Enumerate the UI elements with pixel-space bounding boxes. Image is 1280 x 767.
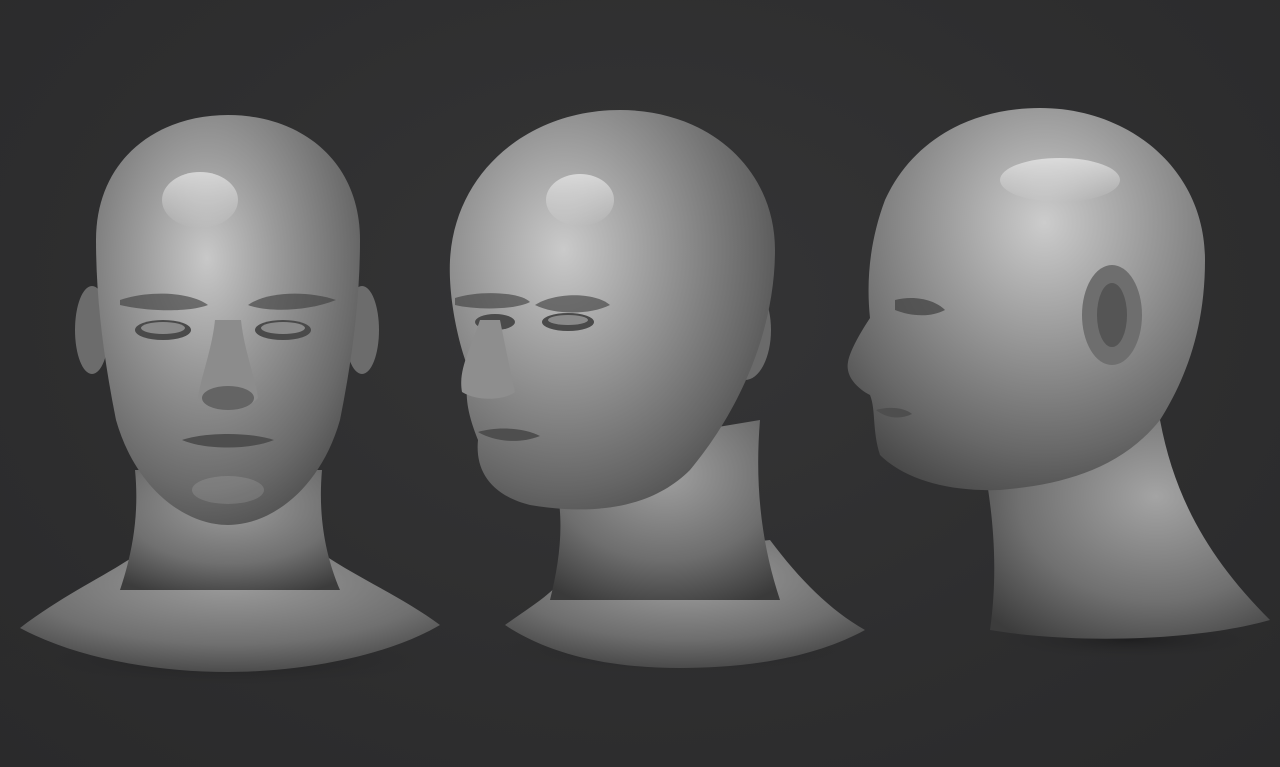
head-sculpt-profile-view — [847, 108, 1280, 662]
render-viewport — [0, 0, 1280, 767]
